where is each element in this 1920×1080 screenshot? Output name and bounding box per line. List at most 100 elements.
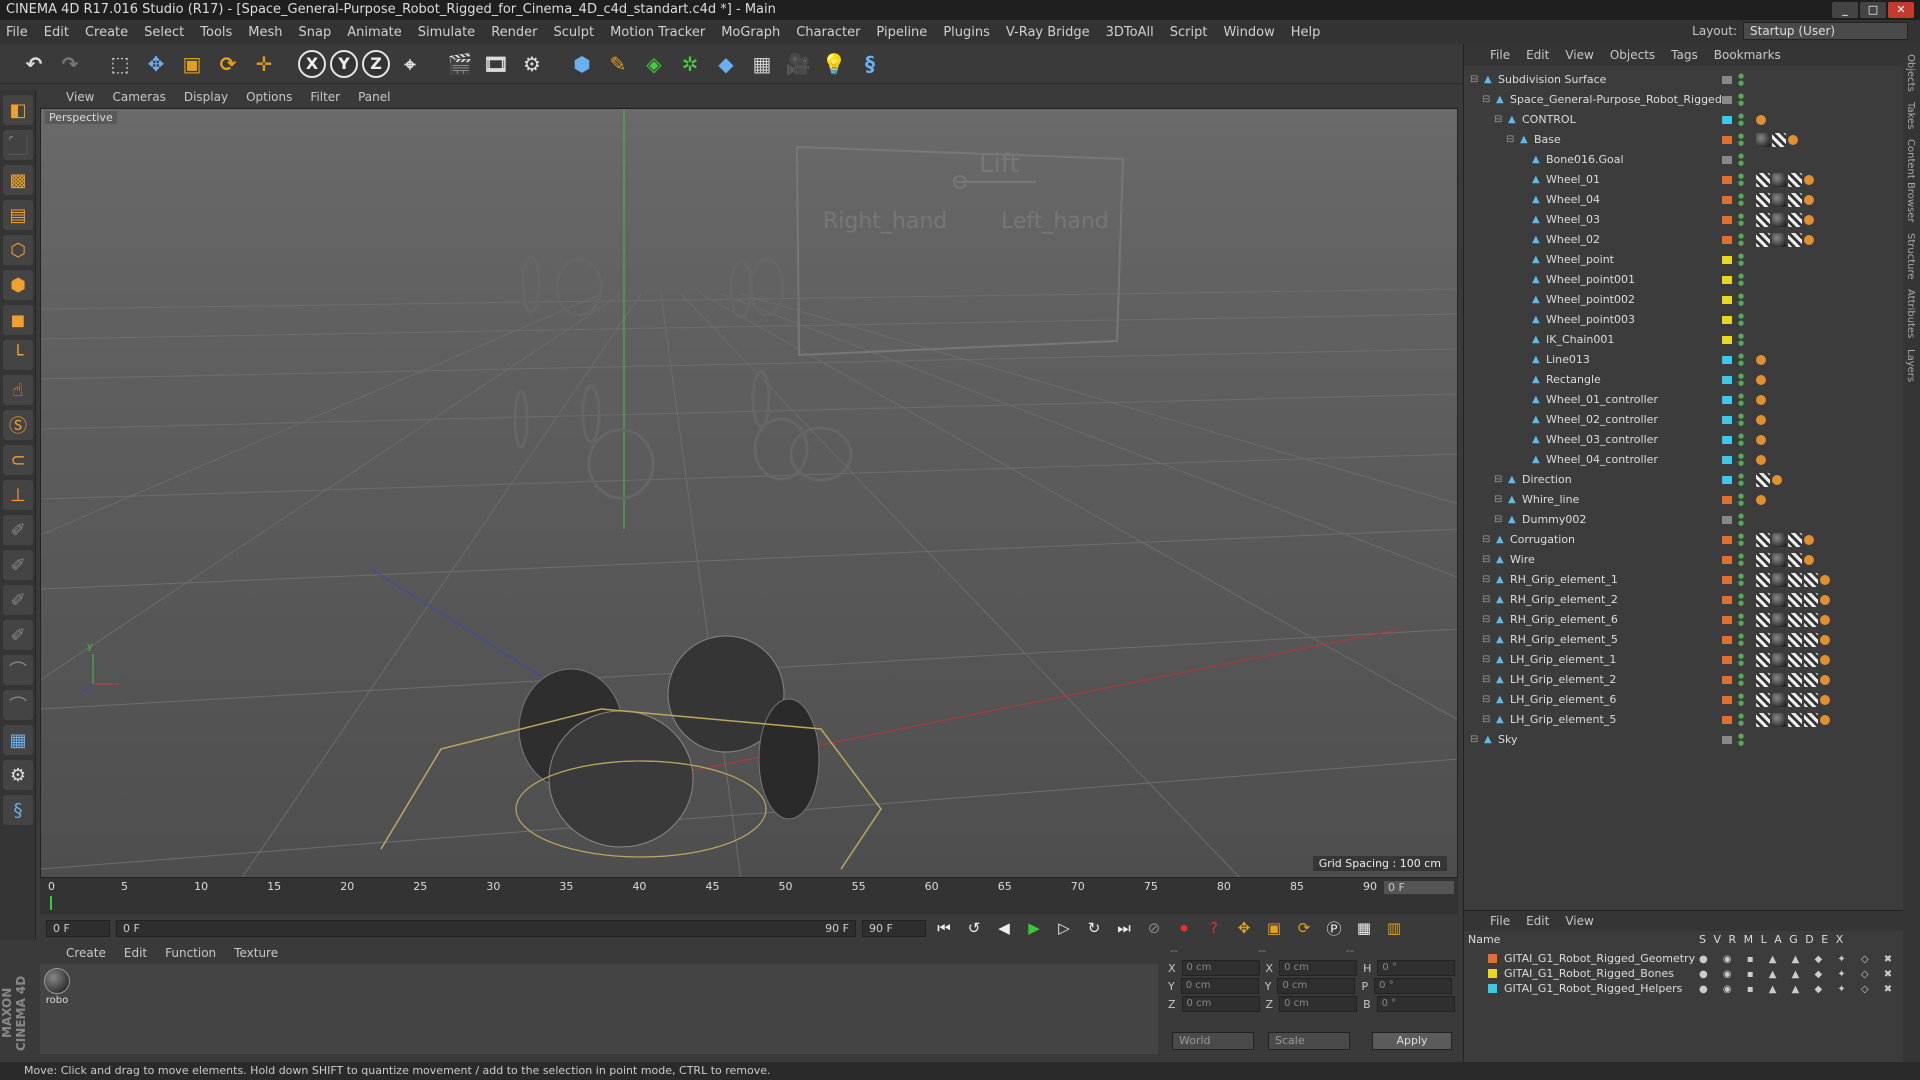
tag-icon[interactable] — [1756, 533, 1770, 547]
previous-key-icon[interactable]: ↺ — [962, 917, 986, 939]
tag-icon[interactable] — [1772, 213, 1786, 227]
object-row[interactable]: ▲ Wheel_point002 ● ● — [1464, 290, 1904, 310]
rotate-icon[interactable]: ⟳ — [212, 48, 244, 80]
object-row[interactable]: ⊟ ▲ Wire ● ● — [1464, 550, 1904, 570]
object-row[interactable]: ▲ Wheel_02_controller ● ● — [1464, 410, 1904, 430]
tag-icon[interactable] — [1772, 593, 1786, 607]
snap-icon[interactable]: Ⓢ — [3, 410, 33, 440]
rotation-key-icon[interactable]: ⟳ — [1292, 917, 1316, 939]
workplane-axis-icon[interactable]: ⊥ — [3, 480, 33, 510]
tag-icon[interactable] — [1756, 553, 1770, 567]
render-view-icon[interactable]: 🎬 — [444, 48, 476, 80]
knife-icon[interactable]: ⌒ — [3, 690, 33, 720]
tag-icon[interactable] — [1804, 653, 1818, 667]
coordinate-system-icon[interactable]: ⌖ — [394, 48, 426, 80]
transform-icon[interactable]: ✛ — [248, 48, 280, 80]
visibility-dots[interactable]: ● ● — [1738, 93, 1744, 107]
light-icon[interactable]: 💡 — [818, 48, 850, 80]
viewport-menu-filter[interactable]: Filter — [310, 90, 340, 104]
tag-icon[interactable] — [1772, 573, 1786, 587]
previous-frame-icon[interactable]: ◀ — [992, 917, 1016, 939]
tag-icon[interactable] — [1788, 233, 1802, 247]
coord-field[interactable]: 0 cm — [1279, 996, 1358, 1012]
object-row[interactable]: ⊟ ▲ LH_Grip_element_6 ● ● — [1464, 690, 1904, 710]
expand-icon[interactable]: ⊟ — [1482, 90, 1490, 110]
subdivision-icon[interactable]: ◈ — [638, 48, 670, 80]
viewport-menu-view[interactable]: View — [66, 90, 94, 104]
expand-icon[interactable]: ⊟ — [1482, 590, 1490, 610]
side-tab-structure[interactable]: Structure — [1905, 233, 1916, 280]
object-menu-tags[interactable]: Tags — [1671, 48, 1698, 62]
coord-field[interactable]: 0 cm — [1181, 960, 1260, 976]
layer-menu-file[interactable]: File — [1490, 914, 1510, 928]
points-mode-icon[interactable]: ⬡ — [3, 235, 33, 265]
tag-icon[interactable] — [1820, 635, 1830, 645]
object-row[interactable]: ⊟ ▲ RH_Grip_element_5 ● ● — [1464, 630, 1904, 650]
visibility-dots[interactable]: ● ● — [1738, 493, 1744, 507]
visibility-dots[interactable]: ● ● — [1738, 193, 1744, 207]
visibility-dots[interactable]: ● ● — [1738, 533, 1744, 547]
tag-icon[interactable] — [1756, 713, 1770, 727]
tag-icon[interactable] — [1820, 595, 1830, 605]
visibility-dots[interactable]: ● ● — [1738, 473, 1744, 487]
menu-animate[interactable]: Animate — [347, 25, 401, 40]
object-menu-bookmarks[interactable]: Bookmarks — [1714, 48, 1781, 62]
object-row[interactable]: ⊟ ▲ Direction ● ● — [1464, 470, 1904, 490]
tweak-mode-icon[interactable]: ☝ — [3, 375, 33, 405]
tag-icon[interactable] — [1756, 573, 1770, 587]
object-row[interactable]: ▲ Bone016.Goal ● ● — [1464, 150, 1904, 170]
current-frame-field[interactable]: 0 F — [1384, 881, 1454, 894]
axis-y-lock-button[interactable]: Y — [330, 49, 358, 78]
layer-row[interactable]: GITAI_G1_Robot_Rigged_Bones ● ◉ ▪ ▲ ▲ ◆ ✦… — [1464, 966, 1904, 981]
timeline[interactable]: 0 5 10 15 20 25 30 35 40 45 50 55 60 65 70 75 80 85 90 0 F — [40, 878, 1458, 914]
tag-icon[interactable] — [1788, 693, 1802, 707]
tag-icon[interactable] — [1820, 615, 1830, 625]
magnet-icon[interactable]: ⊂ — [3, 445, 33, 475]
object-row[interactable]: ▲ Wheel_04_controller ● ● — [1464, 450, 1904, 470]
axis-mode-icon[interactable]: └ — [3, 340, 33, 370]
visibility-dots[interactable]: ● ● — [1738, 613, 1744, 627]
tag-icon[interactable] — [1772, 653, 1786, 667]
expand-icon[interactable]: ⊟ — [1494, 510, 1502, 530]
tag-icon[interactable] — [1788, 713, 1802, 727]
autokey-icon[interactable]: ⏺ — [1172, 917, 1196, 939]
tag-icon[interactable] — [1820, 675, 1830, 685]
menu-file[interactable]: File — [6, 25, 28, 40]
layer-toggles[interactable]: ● ◉ ▪ ▲ ▲ ◆ ✦ ◇ ✖ — [1699, 982, 1898, 997]
material-menu-edit[interactable]: Edit — [124, 946, 147, 960]
tag-icon[interactable] — [1788, 135, 1798, 145]
tag-icon[interactable] — [1788, 653, 1802, 667]
model-mode-icon[interactable]: ⬛ — [3, 130, 33, 160]
menu-script[interactable]: Script — [1170, 25, 1208, 40]
material-menu-create[interactable]: Create — [66, 946, 106, 960]
object-row[interactable]: ⊟ ▲ RH_Grip_element_1 ● ● — [1464, 570, 1904, 590]
object-row[interactable]: ⊟ ▲ Base ● ● — [1464, 130, 1904, 150]
tag-icon[interactable] — [1804, 195, 1814, 205]
viewport-menu-options[interactable]: Options — [246, 90, 292, 104]
object-row[interactable]: ▲ Line013 ● ● — [1464, 350, 1904, 370]
tag-icon[interactable] — [1756, 653, 1770, 667]
tag-icon[interactable] — [1772, 193, 1786, 207]
object-row[interactable]: ▲ Wheel_03_controller ● ● — [1464, 430, 1904, 450]
expand-icon[interactable]: ⊟ — [1482, 650, 1490, 670]
layer-toggles[interactable]: ● ◉ ▪ ▲ ▲ ◆ ✦ ◇ ✖ — [1699, 967, 1898, 982]
expand-icon[interactable]: ⊟ — [1494, 490, 1502, 510]
menu-edit[interactable]: Edit — [44, 25, 69, 40]
tag-icon[interactable] — [1804, 693, 1818, 707]
object-row[interactable]: ▲ Rectangle ● ● — [1464, 370, 1904, 390]
tag-icon[interactable] — [1804, 593, 1818, 607]
expand-icon[interactable]: ⊟ — [1482, 550, 1490, 570]
visibility-dots[interactable]: ● ● — [1738, 413, 1744, 427]
menu-snap[interactable]: Snap — [299, 25, 332, 40]
axis-z-lock-button[interactable]: Z — [362, 49, 390, 78]
menu-tools[interactable]: Tools — [200, 25, 232, 40]
layout-dropdown[interactable]: Startup (User) — [1743, 22, 1908, 40]
material-menu-texture[interactable]: Texture — [234, 946, 278, 960]
viewport[interactable]: y Lift Right_hand Left_hand Perspective … — [40, 108, 1458, 878]
visibility-dots[interactable]: ● ● — [1738, 113, 1744, 127]
object-menu-view[interactable]: View — [1565, 48, 1593, 62]
tag-icon[interactable] — [1788, 573, 1802, 587]
menu-select[interactable]: Select — [144, 25, 184, 40]
tag-icon[interactable] — [1788, 553, 1802, 567]
render-picture-viewer-icon[interactable]: 🎞 — [480, 48, 512, 80]
